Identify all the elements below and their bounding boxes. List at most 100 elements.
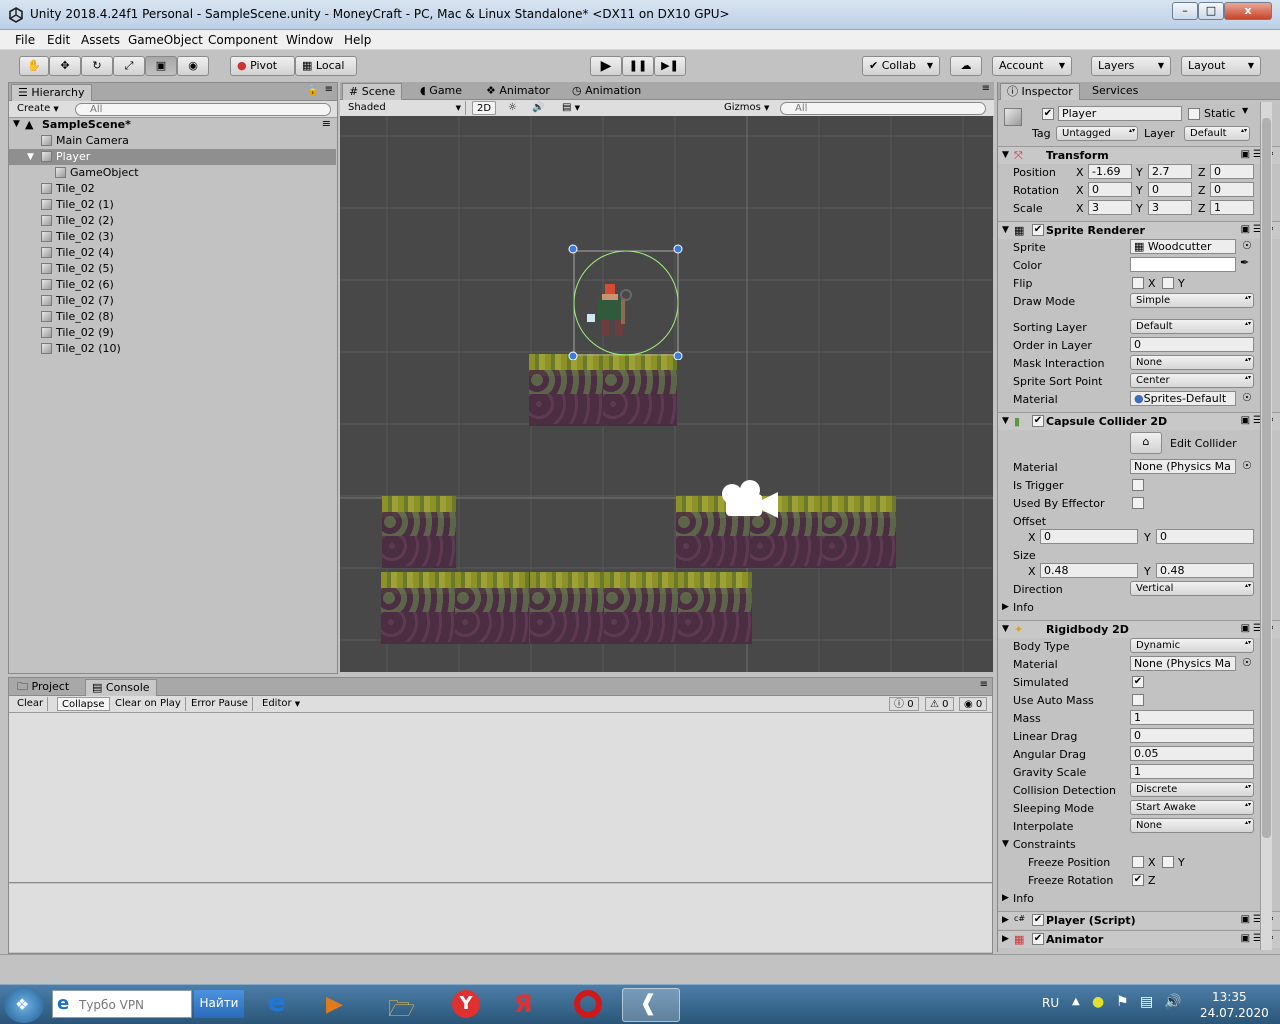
move-tool-icon[interactable]: ✥ [49, 56, 81, 76]
scale-x-field[interactable]: 3 [1088, 200, 1132, 215]
sprite-renderer-header[interactable]: ▼ ▦ ✔ Sprite Renderer ▣☰⚙ [998, 221, 1280, 239]
tab-scene[interactable]: # Scene [342, 83, 403, 100]
player-script-header[interactable]: ▶ c# ✔ Player (Script) ▣☰⚙ [998, 911, 1280, 929]
draw-mode-dropdown[interactable]: Simple [1130, 293, 1254, 308]
menu-component[interactable]: Component [208, 33, 278, 47]
cloud-button[interactable]: ☁ [950, 56, 982, 76]
tile-sprite[interactable] [455, 572, 529, 644]
error-filter-toggle[interactable]: ◉ 0 [959, 697, 988, 711]
component-enabled-checkbox[interactable]: ✔ [1032, 415, 1044, 427]
taskbar-search-input[interactable]: e Турбо VPN [52, 990, 192, 1018]
component-enabled-checkbox[interactable]: ✔ [1032, 933, 1044, 945]
expand-arrow-icon[interactable]: ▼ [27, 150, 34, 165]
tile-sprite[interactable] [530, 572, 604, 644]
taskbar-yandex[interactable]: Y [436, 988, 494, 1022]
layer-dropdown[interactable]: Default [1184, 126, 1250, 141]
transform-header[interactable]: ▼ ⤧ Transform ▣☰⚙ [998, 146, 1280, 164]
tab-inspector[interactable]: ⓘ Inspector [1000, 83, 1080, 100]
hierarchy-item[interactable]: Tile_02 (1) [9, 197, 336, 213]
hand-tool-icon[interactable]: ✋ [19, 56, 49, 76]
tile-sprite[interactable] [529, 354, 603, 426]
lighting-toggle[interactable]: ☼ [504, 101, 521, 115]
tab-console[interactable]: ▤ Console [85, 679, 157, 696]
freeze-rotation-z-checkbox[interactable]: ✔ [1132, 874, 1144, 886]
constraints-foldout[interactable]: Constraints [1013, 838, 1076, 851]
warning-filter-toggle[interactable]: ⚠ 0 [925, 697, 954, 711]
sleeping-mode-dropdown[interactable]: Start Awake [1130, 800, 1254, 815]
network-icon[interactable]: ▤ [1140, 994, 1153, 1010]
color-swatch[interactable] [1130, 257, 1236, 272]
rigidbody-info-foldout[interactable]: Info [1013, 892, 1034, 905]
use-auto-mass-checkbox[interactable] [1132, 694, 1144, 706]
hierarchy-item[interactable]: Tile_02 [9, 181, 336, 197]
taskbar-explorer[interactable]: 🗁 [374, 988, 432, 1022]
close-button[interactable]: x [1224, 2, 1272, 20]
used-by-effector-checkbox[interactable] [1132, 497, 1144, 509]
menu-help[interactable]: Help [344, 33, 371, 47]
hierarchy-item[interactable]: GameObject [9, 165, 336, 181]
layers-dropdown[interactable]: Layers ▼ [1091, 56, 1171, 76]
taskbar-ie[interactable]: e [252, 988, 310, 1022]
size-y-field[interactable]: 0.48 [1156, 563, 1254, 578]
tab-animation[interactable]: ◷ Animation [566, 83, 647, 100]
player-sprite[interactable] [565, 244, 685, 360]
tile-sprite[interactable] [604, 572, 678, 644]
tile-sprite[interactable] [382, 496, 456, 568]
pause-button[interactable]: ❚❚ [622, 56, 654, 76]
tab-services[interactable]: Services [1086, 83, 1144, 100]
hierarchy-item[interactable]: Tile_02 (2) [9, 213, 336, 229]
eyedropper-icon[interactable]: ✒ [1240, 256, 1249, 269]
audio-toggle[interactable]: 🔊 [528, 101, 548, 115]
is-trigger-checkbox[interactable] [1132, 479, 1144, 491]
expand-arrow-icon[interactable]: ▶ [1002, 893, 1009, 903]
panel-menu-icon[interactable]: ≡ [982, 83, 990, 94]
material-field[interactable]: ●Sprites-Default [1130, 391, 1236, 406]
collider-material-field[interactable]: None (Physics Ma [1130, 459, 1236, 474]
rigidbody-header[interactable]: ▼ ✦ Rigidbody 2D ▣☰⚙ [998, 620, 1280, 638]
offset-x-field[interactable]: 0 [1040, 529, 1138, 544]
lock-icon[interactable]: 🔒 [307, 85, 319, 96]
panel-menu-icon[interactable]: ≡ [325, 84, 333, 95]
taskbar-yandex-ru[interactable]: Я [498, 988, 556, 1022]
inspector-scrollbar[interactable] [1260, 102, 1272, 950]
chevron-down-icon[interactable]: ▼ [1242, 106, 1248, 115]
hierarchy-item[interactable]: Main Camera [9, 133, 336, 149]
create-dropdown[interactable]: Create ▼ [13, 102, 63, 116]
offset-y-field[interactable]: 0 [1156, 529, 1254, 544]
sorting-layer-dropdown[interactable]: Default [1130, 319, 1254, 334]
menu-window[interactable]: Window [286, 33, 333, 47]
expand-arrow-icon[interactable]: ▼ [13, 119, 20, 129]
position-y-field[interactable]: 2.7 [1148, 164, 1192, 179]
capsule-collider-header[interactable]: ▼ ▮ ✔ Capsule Collider 2D ▣☰⚙ [998, 412, 1280, 430]
hierarchy-item[interactable]: Tile_02 (10) [9, 341, 336, 357]
static-checkbox[interactable] [1188, 108, 1200, 120]
camera-gizmo-icon[interactable] [720, 478, 782, 520]
collapse-arrow-icon[interactable]: ▼ [1002, 225, 1009, 235]
step-button[interactable]: ▶❚ [654, 56, 686, 76]
body-type-dropdown[interactable]: Dynamic [1130, 638, 1254, 653]
scene-menu-icon[interactable]: ≡ [322, 117, 331, 130]
animator-header[interactable]: ▶ ▦ ✔ Animator ▣☰⚙ [998, 930, 1280, 948]
rotation-y-field[interactable]: 0 [1148, 182, 1192, 197]
tray-app-icon[interactable]: ● [1092, 994, 1104, 1010]
scene-root-row[interactable]: ▼ ▲ SampleScene* ≡ [9, 117, 337, 133]
collapse-arrow-icon[interactable]: ▼ [1002, 839, 1009, 849]
hierarchy-item[interactable]: ▼ Player [9, 149, 336, 165]
gravity-scale-field[interactable]: 1 [1130, 764, 1254, 779]
window-title-bar[interactable]: Unity 2018.4.24f1 Personal - SampleScene… [0, 0, 1280, 30]
hierarchy-item[interactable]: Tile_02 (4) [9, 245, 336, 261]
object-name-field[interactable]: Player [1058, 106, 1182, 121]
language-indicator[interactable]: RU [1042, 996, 1059, 1010]
edit-collider-button[interactable]: ⌂ [1130, 432, 1162, 454]
menu-file[interactable]: File [15, 33, 35, 47]
tab-animator[interactable]: ❖ Animator [480, 83, 556, 100]
component-enabled-checkbox[interactable]: ✔ [1032, 224, 1044, 236]
order-in-layer-field[interactable]: 0 [1130, 337, 1254, 352]
scrollbar-thumb[interactable] [1262, 118, 1271, 838]
mask-interaction-dropdown[interactable]: None [1130, 355, 1254, 370]
tab-project[interactable]: 🗀 Project [11, 679, 75, 696]
scene-viewport[interactable] [340, 116, 993, 672]
panel-menu-icon[interactable]: ≡ [980, 679, 988, 690]
tab-hierarchy[interactable]: ☰ Hierarchy [11, 84, 92, 101]
taskbar-opera[interactable] [560, 988, 618, 1022]
